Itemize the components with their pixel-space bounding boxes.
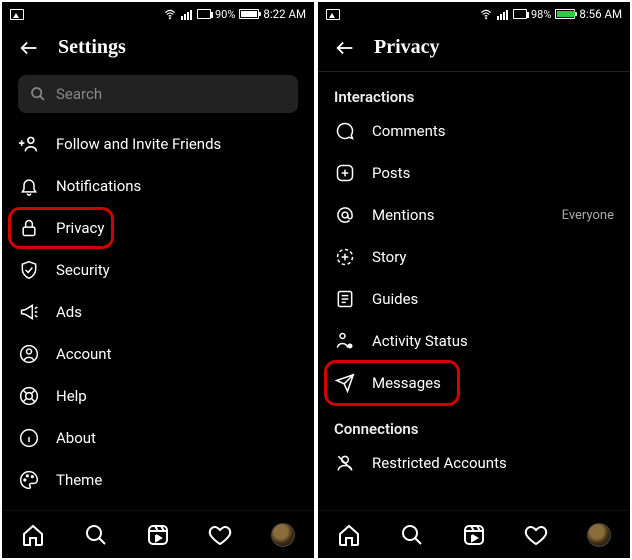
add-friends-icon — [18, 133, 40, 155]
row-notifications[interactable]: Notifications — [2, 165, 314, 207]
restrict-icon — [334, 452, 356, 474]
row-activity-status[interactable]: Activity Status — [318, 320, 630, 362]
header: Settings — [2, 26, 314, 71]
row-guides[interactable]: Guides — [318, 278, 630, 320]
nav-reels-icon[interactable] — [460, 521, 488, 549]
row-follow-invite[interactable]: Follow and Invite Friends — [2, 123, 314, 165]
info-icon — [18, 427, 40, 449]
wifi-icon — [479, 9, 493, 20]
lifebuoy-icon — [18, 385, 40, 407]
trail-value: Everyone — [562, 208, 614, 223]
row-help[interactable]: Help — [2, 375, 314, 417]
search-icon — [30, 86, 46, 102]
bottom-nav — [318, 510, 630, 558]
nav-search-icon[interactable] — [82, 521, 110, 549]
row-account[interactable]: Account — [2, 333, 314, 375]
status-bar: 98% 8:56 AM — [318, 2, 630, 26]
picture-icon — [10, 9, 24, 20]
clock: 8:22 AM — [263, 7, 306, 21]
status-bar: 90% 8:22 AM — [2, 2, 314, 26]
person-icon — [18, 343, 40, 365]
section-interactions: Interactions — [318, 72, 630, 110]
signal-icon — [181, 9, 193, 20]
avatar-icon — [587, 523, 611, 547]
sim-icon — [513, 9, 527, 19]
megaphone-icon — [18, 301, 40, 323]
row-theme[interactable]: Theme — [2, 459, 314, 501]
row-messages[interactable]: Messages — [318, 362, 630, 404]
row-story[interactable]: Story — [318, 236, 630, 278]
back-arrow-icon[interactable] — [334, 37, 356, 59]
search-input[interactable]: Search — [18, 75, 298, 113]
header: Privacy — [318, 26, 630, 71]
nav-search-icon[interactable] — [398, 521, 426, 549]
page-title: Settings — [58, 36, 126, 59]
row-about[interactable]: About — [2, 417, 314, 459]
story-icon — [334, 246, 356, 268]
plus-square-icon — [334, 162, 356, 184]
battery-text: 90% — [215, 8, 235, 21]
guides-icon — [334, 288, 356, 310]
signal-icon — [497, 9, 509, 20]
wifi-icon — [163, 9, 177, 20]
row-ads[interactable]: Ads — [2, 291, 314, 333]
battery-charging-icon — [555, 9, 575, 19]
clock: 8:56 AM — [579, 7, 622, 21]
send-icon — [334, 372, 356, 394]
sim-icon — [197, 9, 211, 19]
row-posts[interactable]: Posts — [318, 152, 630, 194]
section-connections: Connections — [318, 404, 630, 442]
nav-home-icon[interactable] — [19, 521, 47, 549]
battery-icon — [239, 9, 259, 19]
settings-list: Follow and Invite Friends Notifications … — [2, 123, 314, 510]
nav-profile-avatar[interactable] — [269, 521, 297, 549]
row-security[interactable]: Security — [2, 249, 314, 291]
nav-home-icon[interactable] — [335, 521, 363, 549]
bottom-nav — [2, 510, 314, 558]
battery-text: 98% — [531, 8, 551, 21]
back-arrow-icon[interactable] — [18, 37, 40, 59]
comment-icon — [334, 120, 356, 142]
lock-icon — [18, 217, 40, 239]
privacy-screen: 98% 8:56 AM Privacy Interactions Comment… — [318, 2, 630, 558]
shield-icon — [18, 259, 40, 281]
row-mentions[interactable]: Mentions Everyone — [318, 194, 630, 236]
nav-activity-icon[interactable] — [206, 521, 234, 549]
page-title: Privacy — [374, 36, 440, 59]
search-placeholder: Search — [56, 85, 102, 103]
nav-activity-icon[interactable] — [522, 521, 550, 549]
settings-screen: 90% 8:22 AM Settings Search Follow and I… — [2, 2, 314, 558]
row-comments[interactable]: Comments — [318, 110, 630, 152]
activity-icon — [334, 330, 356, 352]
bell-icon — [18, 175, 40, 197]
at-icon — [334, 204, 356, 226]
privacy-list: Interactions Comments Posts Mentions Eve… — [318, 72, 630, 510]
avatar-icon — [271, 523, 295, 547]
picture-icon — [326, 9, 340, 20]
nav-reels-icon[interactable] — [144, 521, 172, 549]
nav-profile-avatar[interactable] — [585, 521, 613, 549]
palette-icon — [18, 469, 40, 491]
row-privacy[interactable]: Privacy — [2, 207, 314, 249]
row-restricted-accounts[interactable]: Restricted Accounts — [318, 442, 630, 484]
